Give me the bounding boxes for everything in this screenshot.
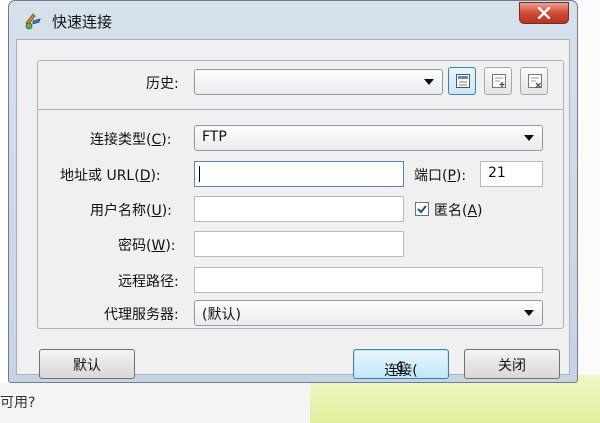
close-icon <box>537 7 551 19</box>
connection-group: 历史: 连接类型(C): FTP 地址或 URL(D): 端口(P): 21 用… <box>37 60 564 329</box>
password-label: 密码(W): <box>118 238 176 254</box>
remote-path-input[interactable] <box>194 267 543 293</box>
background-panel <box>0 383 310 423</box>
history-label: 历史: <box>146 76 179 92</box>
dropdown-arrow-icon <box>524 135 534 141</box>
title-bar[interactable]: 快速连接 <box>9 1 577 39</box>
proxy-select[interactable]: (默认) <box>194 300 543 326</box>
port-value: 21 <box>488 165 506 181</box>
proxy-label: 代理服务器: <box>104 307 179 323</box>
address-label: 地址或 URL(D): <box>60 168 161 184</box>
window-close-button[interactable] <box>519 2 569 24</box>
history-list-icon <box>456 74 470 88</box>
group-divider <box>38 109 563 110</box>
anonymous-label[interactable]: 匿名(A) <box>434 200 483 220</box>
username-input[interactable] <box>194 196 404 222</box>
default-button[interactable]: 默认 <box>39 349 135 379</box>
close-button[interactable]: 关闭 <box>464 349 560 379</box>
history-combobox[interactable] <box>194 69 443 95</box>
history-delete-icon <box>528 74 542 88</box>
checkmark-icon <box>417 205 427 214</box>
text-caret <box>199 166 200 182</box>
port-input[interactable]: 21 <box>480 161 543 187</box>
password-input[interactable] <box>194 231 404 257</box>
history-list-button[interactable] <box>448 67 476 95</box>
history-add-button[interactable] <box>484 67 512 95</box>
history-add-icon <box>492 74 506 88</box>
address-input[interactable] <box>194 161 404 187</box>
connection-type-value: FTP <box>202 129 227 145</box>
username-label: 用户名称(U): <box>90 203 172 219</box>
dialog-body: 历史: 连接类型(C): FTP 地址或 URL(D): 端口(P): 21 用… <box>16 39 570 379</box>
proxy-value: (默认) <box>202 307 241 323</box>
remote-path-label: 远程路径: <box>118 274 179 290</box>
background-window-edge <box>578 0 600 383</box>
history-delete-button[interactable] <box>520 67 548 95</box>
anonymous-checkbox[interactable] <box>415 202 429 216</box>
port-label: 端口(P): <box>414 168 467 184</box>
quick-connect-dialog: 快速连接 历史: 连接类型(C): FTP 地址或 URL(D): 端口(P):… <box>8 0 578 383</box>
dropdown-arrow-icon <box>424 79 434 85</box>
app-icon <box>25 13 41 30</box>
background-text: 可用? <box>0 395 36 411</box>
dropdown-arrow-icon <box>524 310 534 316</box>
connection-type-label: 连接类型(C): <box>90 132 172 148</box>
dialog-title: 快速连接 <box>52 13 113 31</box>
connection-type-select[interactable]: FTP <box>194 125 543 151</box>
connect-button[interactable]: 连接(C) <box>353 349 449 379</box>
